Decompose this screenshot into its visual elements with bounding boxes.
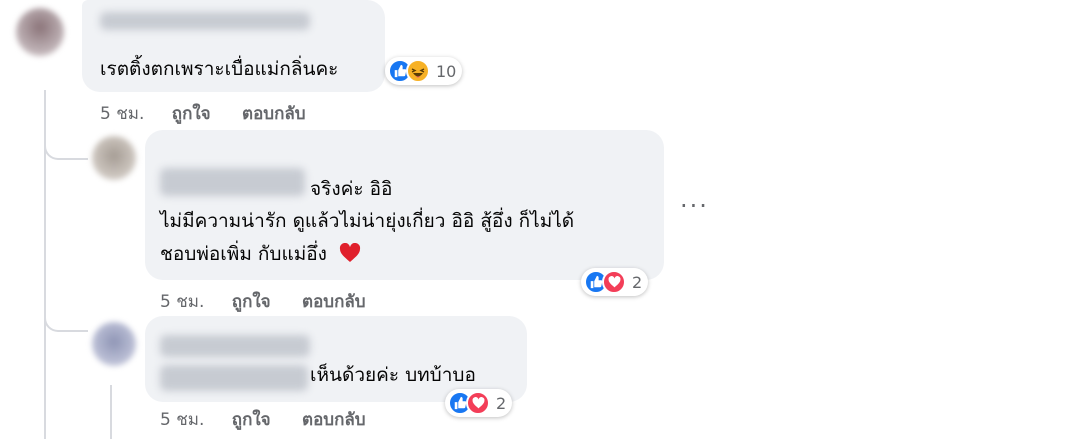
- reaction-count: 2: [632, 272, 643, 292]
- love-icon: [602, 270, 626, 294]
- avatar[interactable]: [92, 136, 136, 180]
- comment-actions: 5 ชม. ถูกใจ ตอบกลับ: [160, 288, 366, 315]
- reaction-count: 2: [496, 393, 507, 413]
- comment-time[interactable]: 5 ชม.: [160, 292, 204, 312]
- heart-emoji-icon: [339, 241, 361, 273]
- thread-branch: [44, 300, 88, 332]
- comment-actions: 5 ชม. ถูกใจ ตอบกลับ: [100, 100, 306, 127]
- reaction-summary[interactable]: 10: [385, 57, 463, 85]
- comment-text: ไม่มีความน่ารัก ดูแล้วไม่น่ายุ่งเกี่ยว อ…: [160, 210, 575, 232]
- thread-line: [110, 385, 112, 439]
- reaction-count: 10: [436, 61, 457, 81]
- comment-text-line: ชอบพ่อเพิ่ม กับแม่อึ่ง: [160, 243, 327, 265]
- commenter-name[interactable]: [160, 168, 305, 196]
- love-icon: [466, 391, 490, 415]
- comment-actions: 5 ชม. ถูกใจ ตอบกลับ: [160, 406, 366, 433]
- comment-text: จริงค่ะ อิอิ: [310, 178, 393, 200]
- comment-time[interactable]: 5 ชม.: [160, 410, 204, 430]
- comment-time[interactable]: 5 ชม.: [100, 104, 144, 124]
- commenter-name[interactable]: [160, 335, 310, 357]
- commenter-name-detail: [160, 365, 308, 391]
- reaction-summary[interactable]: 2: [445, 389, 513, 417]
- comment-text: เรตติ้งตกเพราะเบื่อแม่กลิ่นคะ: [100, 58, 339, 80]
- avatar[interactable]: [92, 322, 136, 366]
- reaction-summary[interactable]: 2: [581, 268, 649, 296]
- thread-branch: [44, 118, 88, 160]
- avatar[interactable]: [16, 8, 64, 56]
- reply-link[interactable]: ตอบกลับ: [302, 292, 366, 312]
- like-link[interactable]: ถูกใจ: [172, 104, 211, 124]
- like-link[interactable]: ถูกใจ: [232, 410, 271, 430]
- more-options-icon[interactable]: ···: [680, 192, 709, 220]
- comment-text: เห็นด้วยค่ะ บทบ้าบอ: [310, 364, 476, 386]
- like-link[interactable]: ถูกใจ: [232, 292, 271, 312]
- reply-link[interactable]: ตอบกลับ: [302, 410, 366, 430]
- haha-icon: [406, 59, 430, 83]
- reply-link[interactable]: ตอบกลับ: [242, 104, 306, 124]
- commenter-name[interactable]: [100, 12, 310, 30]
- comment-text: ชอบพ่อเพิ่ม กับแม่อึ่ง: [160, 238, 361, 273]
